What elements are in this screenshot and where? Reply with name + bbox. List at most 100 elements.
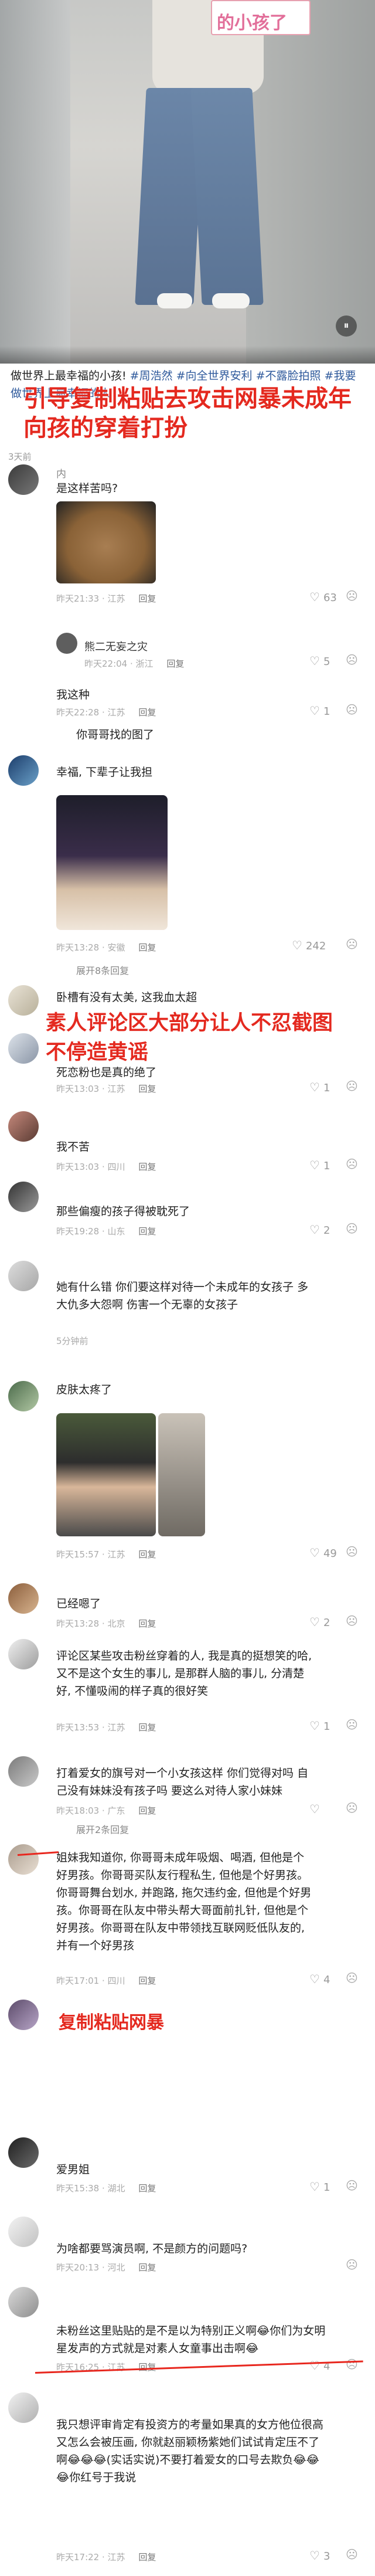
dislike-icon[interactable]: ☹ — [346, 2357, 358, 2371]
dislike-icon[interactable]: ☹ — [346, 1157, 358, 1171]
like-button[interactable]: ♡ 5 — [309, 654, 330, 668]
like-button[interactable]: ♡ 3 — [309, 2548, 330, 2563]
like-button[interactable]: ♡ 4 — [309, 2358, 330, 2373]
heart-icon: ♡ — [309, 590, 320, 604]
avatar[interactable] — [8, 1033, 39, 1064]
avatar[interactable] — [8, 2287, 39, 2317]
comment-author[interactable]: 熊二无妄之灾 — [84, 639, 148, 654]
dislike-icon[interactable]: ☹ — [346, 2178, 358, 2193]
caption-text: 做世界上最幸福的小孩! — [11, 369, 127, 382]
reply-button[interactable]: 回复 — [138, 1162, 156, 1172]
comment-meta: 昨天21:33 · 江苏 回复 — [56, 592, 156, 605]
reply-button[interactable]: 回复 — [138, 1549, 156, 1560]
comment-text: 姐妹我知道你, 你哥哥未成年吸烟、喝酒, 但他是个好男孩。你哥哥买队友行程私生,… — [56, 1851, 312, 1952]
comment-time: 昨天22:28 · 江苏 — [56, 707, 125, 718]
reply-button[interactable]: 回复 — [138, 2183, 156, 2194]
avatar[interactable] — [8, 755, 39, 786]
avatar[interactable] — [8, 2392, 39, 2423]
comment-image[interactable] — [56, 795, 168, 930]
dislike-icon[interactable]: ☹ — [346, 1079, 358, 1093]
comment-meta: 昨天17:01 · 四川 回复 — [56, 1974, 156, 1987]
avatar[interactable] — [8, 1639, 39, 1669]
like-count: 3 — [323, 2550, 330, 2563]
comment-image[interactable] — [158, 1413, 205, 1536]
dislike-icon[interactable]: ☹ — [346, 589, 358, 603]
avatar[interactable] — [56, 633, 77, 654]
like-button[interactable]: ♡ 1 — [309, 1719, 330, 1733]
avatar[interactable] — [8, 2217, 39, 2247]
comment-text: 是这样苦吗? — [56, 482, 118, 495]
heart-icon: ♡ — [309, 2358, 320, 2373]
dislike-icon[interactable]: ☹ — [346, 937, 358, 951]
like-button[interactable]: ♡ 1 — [309, 1158, 330, 1172]
like-button[interactable]: ♡ — [309, 1802, 323, 1816]
reply-button[interactable]: 回复 — [138, 1226, 156, 1237]
reply-button[interactable]: 回复 — [138, 593, 156, 604]
heart-icon: ♡ — [309, 704, 320, 718]
like-button[interactable]: ♡ 1 — [309, 704, 330, 718]
reply-button[interactable]: 回复 — [138, 1618, 156, 1629]
dislike-icon[interactable]: ☹ — [346, 1545, 358, 1559]
dislike-icon[interactable]: ☹ — [346, 1801, 358, 1815]
dislike-icon[interactable]: ☹ — [346, 1614, 358, 1628]
avatar[interactable] — [8, 1111, 39, 1142]
comment-meta: 昨天13:28 · 安徽 回复 — [56, 941, 156, 953]
comment-text: 评论区某些攻击粉丝穿着的人, 我是真的挺想笑的哈, 又不是这个女生的事儿, 是那… — [56, 1650, 312, 1698]
reply-button[interactable]: 回复 — [138, 1805, 156, 1816]
like-button[interactable]: ♡ 2 — [309, 1223, 330, 1237]
annotation-banner-1-line1: 引导复制粘贴去攻击网暴未成年 — [23, 385, 352, 412]
like-button[interactable]: ♡ 1 — [309, 2180, 330, 2194]
avatar[interactable] — [8, 2000, 39, 2030]
comment-image[interactable] — [56, 1413, 156, 1536]
heart-icon: ♡ — [309, 1223, 320, 1237]
pause-icon[interactable]: ⏸ — [336, 315, 357, 337]
avatar[interactable] — [8, 1261, 39, 1291]
avatar[interactable] — [8, 1756, 39, 1787]
reply-button[interactable]: 回复 — [138, 1084, 156, 1094]
like-button[interactable]: ♡ 1 — [309, 1080, 330, 1094]
expand-replies-button[interactable]: 展开8条回复 — [76, 963, 129, 977]
comment-time: 昨天20:13 · 河北 — [56, 2262, 125, 2273]
avatar[interactable] — [8, 1583, 39, 1614]
like-count: 2 — [323, 1617, 330, 1629]
comment-meta: 昨天13:03 · 四川 回复 — [56, 1160, 156, 1173]
comment-time: 昨天13:28 · 北京 — [56, 1618, 125, 1629]
dislike-icon[interactable]: ☹ — [346, 702, 358, 717]
dislike-icon[interactable]: ☹ — [346, 2258, 358, 2272]
reply-button[interactable]: 回复 — [138, 707, 156, 718]
video-player[interactable]: 的小孩了 ⏸ — [0, 0, 375, 364]
avatar[interactable] — [8, 2137, 39, 2168]
comment-time: 昨天17:01 · 四川 — [56, 1976, 125, 1986]
reply-button[interactable]: 回复 — [138, 2552, 156, 2563]
handheld-sign: 的小孩了 — [211, 0, 311, 35]
avatar[interactable] — [8, 464, 39, 495]
comment-time: 昨天15:38 · 湖北 — [56, 2183, 125, 2194]
expand-replies-button[interactable]: 展开2条回复 — [76, 1822, 129, 1836]
reply-button[interactable]: 回复 — [138, 942, 156, 953]
avatar[interactable] — [8, 985, 39, 1016]
avatar[interactable] — [8, 1381, 39, 1411]
annotation-banner-2: 素人评论区大部分让人不忍截图 不停造黄谣 — [46, 1009, 374, 1067]
like-button[interactable]: ♡ 242 — [292, 938, 326, 952]
comment-time: 昨天13:03 · 江苏 — [56, 1084, 125, 1094]
dislike-icon[interactable]: ☹ — [346, 2547, 358, 2561]
dislike-icon[interactable]: ☹ — [346, 1718, 358, 1732]
reply-button[interactable]: 回复 — [138, 1976, 156, 1986]
reply-button[interactable]: 回复 — [138, 1722, 156, 1733]
like-count: 1 — [323, 1082, 330, 1094]
like-button[interactable]: ♡ 63 — [309, 590, 337, 604]
avatar[interactable] — [8, 1182, 39, 1212]
dislike-icon[interactable]: ☹ — [346, 1971, 358, 1985]
comment-image[interactable] — [56, 501, 156, 583]
dislike-icon[interactable]: ☹ — [346, 653, 358, 667]
reply-button[interactable]: 回复 — [166, 659, 184, 669]
annotation-banner-1: 引导复制粘贴去攻击网暴未成年 向孩的穿着打扮 — [23, 384, 375, 443]
like-button[interactable]: ♡ 4 — [309, 1972, 330, 1986]
avatar[interactable] — [8, 1844, 39, 1875]
dislike-icon[interactable]: ☹ — [346, 1221, 358, 1236]
comment-text: 皮肤太疼了 — [56, 1383, 112, 1396]
like-button[interactable]: ♡ 49 — [309, 1546, 337, 1560]
comment-author[interactable]: 内 — [56, 466, 66, 480]
reply-button[interactable]: 回复 — [138, 2262, 156, 2273]
like-button[interactable]: ♡ 2 — [309, 1615, 330, 1629]
